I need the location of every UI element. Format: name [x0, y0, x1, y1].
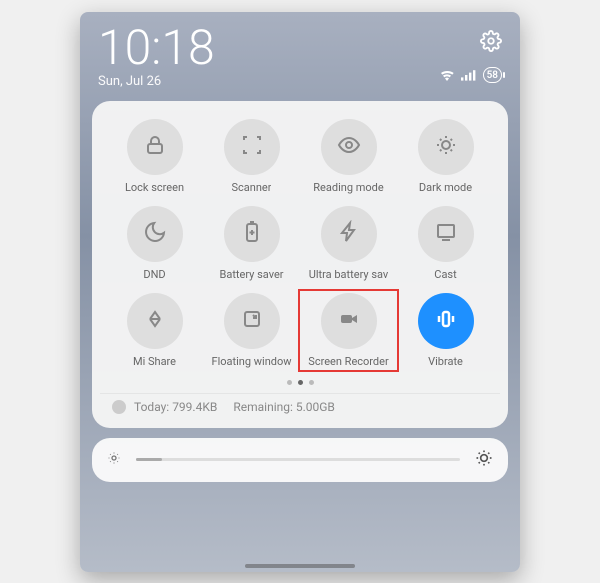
- tile-label: Ultra battery sav: [309, 268, 389, 281]
- vibrate-icon: [434, 307, 458, 335]
- tile-label: Battery saver: [219, 268, 283, 281]
- data-usage-icon: [112, 400, 126, 414]
- tile-label: Reading mode: [313, 181, 383, 194]
- data-usage-row[interactable]: Today: 799.4KB Remaining: 5.00GB: [100, 393, 500, 420]
- tile-label: DND: [143, 268, 165, 281]
- brightness-high-icon: [474, 448, 494, 472]
- scanner-icon: [240, 133, 264, 161]
- data-remaining: Remaining: 5.00GB: [233, 400, 335, 414]
- tile-ultra-battery[interactable]: Ultra battery sav: [302, 206, 395, 281]
- moon-icon: [143, 220, 167, 248]
- dot-active: [298, 380, 303, 385]
- cast-icon: [434, 220, 458, 248]
- tile-floating-windows[interactable]: Floating window: [205, 293, 298, 368]
- clock-time: 10:18: [98, 24, 215, 72]
- tile-vibrate[interactable]: Vibrate: [399, 293, 492, 368]
- video-camera-icon: [337, 307, 361, 335]
- tile-lock-screen[interactable]: Lock screen: [108, 119, 201, 194]
- wifi-icon: [439, 66, 455, 85]
- dark-mode-icon: [434, 133, 458, 161]
- tile-dnd[interactable]: DND: [108, 206, 201, 281]
- status-bar: 10:18 Sun, Jul 26 58: [92, 20, 508, 97]
- tile-label: Mi Share: [133, 355, 176, 368]
- nav-home-indicator[interactable]: [245, 564, 355, 568]
- tile-label: Dark mode: [419, 181, 472, 194]
- share-icon: [143, 307, 167, 335]
- brightness-track[interactable]: [136, 458, 460, 461]
- tile-screen-recorder[interactable]: Screen Recorder: [302, 293, 395, 368]
- data-today: Today: 799.4KB: [134, 400, 217, 414]
- dot: [309, 380, 314, 385]
- tile-label: Scanner: [232, 181, 272, 194]
- tile-label: Vibrate: [428, 355, 463, 368]
- battery-plus-icon: [240, 220, 264, 248]
- battery-indicator: 58: [483, 67, 502, 83]
- tile-dark-mode[interactable]: Dark mode: [399, 119, 492, 194]
- eye-icon: [337, 133, 361, 161]
- tile-label: Screen Recorder: [308, 355, 388, 368]
- tile-label: Lock screen: [125, 181, 184, 194]
- floating-window-icon: [240, 307, 264, 335]
- lock-icon: [143, 133, 167, 161]
- settings-icon[interactable]: [480, 30, 502, 56]
- tile-mi-share[interactable]: Mi Share: [108, 293, 201, 368]
- brightness-fill: [136, 458, 162, 461]
- bolt-icon: [337, 220, 361, 248]
- tile-label: Cast: [434, 268, 456, 281]
- tile-battery-saver[interactable]: Battery saver: [205, 206, 298, 281]
- tile-reading-mode[interactable]: Reading mode: [302, 119, 395, 194]
- tile-scanner[interactable]: Scanner: [205, 119, 298, 194]
- signal-icon: [461, 66, 477, 85]
- tile-cast[interactable]: Cast: [399, 206, 492, 281]
- brightness-low-icon: [106, 450, 122, 470]
- quick-settings-panel: Lock screen Scanner Reading mode Dark mo…: [92, 101, 508, 428]
- page-indicator: [100, 380, 500, 385]
- dot: [287, 380, 292, 385]
- tile-label: Floating window: [211, 355, 291, 368]
- phone-frame: 10:18 Sun, Jul 26 58 Lock screen: [80, 12, 520, 572]
- clock-date: Sun, Jul 26: [98, 74, 215, 89]
- brightness-slider[interactable]: [92, 438, 508, 482]
